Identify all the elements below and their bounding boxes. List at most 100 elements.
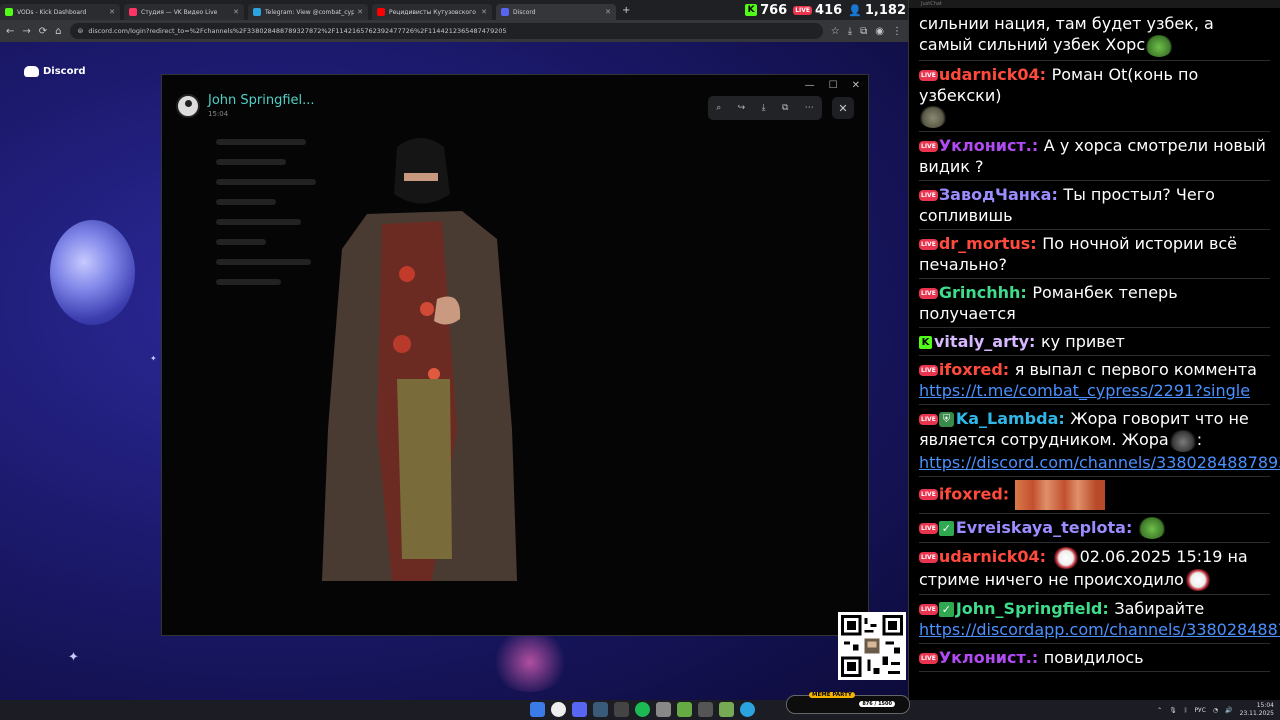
media-viewer: — ☐ ✕ John Springfiel... 15:04 ⌕ ↪ ⤓ ⧉ ⋯ <box>161 74 869 636</box>
live-badge-icon: LIVE <box>919 69 938 81</box>
back-icon[interactable]: ← <box>6 26 14 37</box>
emote-strip <box>1014 479 1105 510</box>
kick-count: 766 <box>760 2 788 18</box>
checkmark-badge-icon: ✓ <box>938 602 954 617</box>
chat-link[interactable]: https://discordapp.com/channels/33802848… <box>919 620 1280 639</box>
menu-icon[interactable]: ⋮ <box>892 26 902 37</box>
forward-icon[interactable]: → <box>22 26 30 37</box>
author-name[interactable]: John Springfiel... <box>208 93 315 108</box>
zoom-icon[interactable]: ⌕ <box>716 103 721 113</box>
checkmark-badge-icon: ✓ <box>938 520 954 536</box>
chat-text: повидилось <box>1043 648 1144 667</box>
forward-share-icon[interactable]: ↪ <box>738 103 746 113</box>
url-input[interactable]: ⊜ discord.com/login?redirect_to=%2Fchanne… <box>69 23 823 39</box>
chat-username[interactable]: Уклонист. <box>939 648 1032 667</box>
app-icon[interactable] <box>698 702 713 717</box>
site-info-icon[interactable]: ⊜ <box>78 27 84 35</box>
chat-username[interactable]: udarnick04 <box>939 547 1040 566</box>
mic-icon[interactable]: 🎙 <box>1169 707 1177 714</box>
telegram-icon[interactable] <box>740 702 755 717</box>
new-tab-icon[interactable]: + <box>622 5 630 16</box>
spotify-icon[interactable] <box>635 702 650 717</box>
avatar[interactable] <box>176 93 200 118</box>
network-icon[interactable]: ◔ <box>1213 707 1218 714</box>
download-icon[interactable]: ⤓ <box>762 103 766 113</box>
browser-tab[interactable]: Студия — VK Видео Live ✕ <box>124 4 244 20</box>
decor-orb <box>50 220 135 325</box>
chat-link[interactable]: https://discord.com/channels/33802848878… <box>919 453 1280 472</box>
chat-username[interactable]: udarnick04 <box>939 65 1040 84</box>
chat-link[interactable]: https://t.me/combat_cypress/2291?single <box>919 381 1250 400</box>
browser-window: VODs - Kick Dashboard ✕ Студия — VK Видео … <box>0 0 908 720</box>
browser-tab[interactable]: VODs - Kick Dashboard ✕ <box>0 4 120 20</box>
chat-username[interactable]: ifoxred <box>939 360 1003 379</box>
tab-close-icon[interactable]: ✕ <box>481 8 487 16</box>
close-viewer-button[interactable]: ✕ <box>832 97 854 119</box>
obs-icon[interactable] <box>614 702 629 717</box>
rock-emote <box>919 106 947 128</box>
tab-close-icon[interactable]: ✕ <box>357 8 363 16</box>
live-badge-icon: LIVE <box>919 190 938 201</box>
frog-emote <box>1137 517 1166 539</box>
chat-username[interactable]: Evreiskaya_teplota <box>956 518 1126 537</box>
chat-message: LIVE ЗаводЧанка: Ты простыл? Чего сопливи… <box>919 181 1270 230</box>
home-icon[interactable]: ⌂ <box>55 26 61 37</box>
chat-username[interactable]: ifoxred <box>939 484 1003 503</box>
tab-close-icon[interactable]: ✕ <box>233 8 239 16</box>
chat-username[interactable]: Уклонист. <box>939 136 1032 155</box>
chat-colon: : <box>1002 484 1015 503</box>
maximize-icon[interactable]: ☐ <box>829 80 838 91</box>
kick-badge-icon: K <box>919 336 932 349</box>
discord-logo-text: Discord <box>43 66 86 77</box>
chat-message: сильнии нация, там будет узбек, а самый … <box>919 10 1270 61</box>
clock[interactable]: 15:04 23.11.2025 <box>1240 702 1274 718</box>
app-icon[interactable] <box>656 702 671 717</box>
chrome-icon[interactable] <box>551 702 566 717</box>
chat-username[interactable]: Ka_Lambda <box>956 409 1059 428</box>
qr-code <box>838 612 906 680</box>
app-icon[interactable] <box>677 702 692 717</box>
tab-favicon-icon <box>129 8 137 16</box>
tab-close-icon[interactable]: ✕ <box>109 8 115 16</box>
minimize-icon[interactable]: — <box>805 80 815 91</box>
chat-message: LIVE udarnick04: Роман Ot(конь по узбекск… <box>919 61 1270 132</box>
chat-username[interactable]: Grinchhh <box>939 283 1021 302</box>
discord-app-icon[interactable] <box>572 702 587 717</box>
steam-icon[interactable] <box>593 702 608 717</box>
decor-blob <box>490 632 570 692</box>
tab-favicon-icon <box>5 8 13 16</box>
volume-icon[interactable]: 🔊 <box>1225 707 1232 714</box>
tab-close-icon[interactable]: ✕ <box>605 8 611 16</box>
browser-tab[interactable]: Рецидивисты Кутузовского пр...✕ <box>372 4 492 20</box>
extensions-icon[interactable]: ⧉ <box>860 26 867 37</box>
browser-tab[interactable]: Discord ✕ <box>496 4 616 20</box>
chat-username[interactable]: vitaly_arty <box>934 332 1029 351</box>
window-close-icon[interactable]: ✕ <box>852 80 860 91</box>
frog-emote <box>1145 34 1174 57</box>
more-icon[interactable]: ⋯ <box>805 103 814 113</box>
discord-logo[interactable]: Discord <box>24 66 86 77</box>
total-count: 1,182 <box>864 2 906 18</box>
live-badge-icon: LIVE <box>919 365 938 376</box>
chevron-up-icon[interactable]: ⌃ <box>1157 707 1162 714</box>
start-icon[interactable] <box>530 702 545 717</box>
chat-message: LIVE udarnick04: 02.06.2025 15:19 на стри… <box>919 543 1270 595</box>
download-icon[interactable]: ⤓ <box>848 26 852 37</box>
discord-page: ✦ ✦ Discord — ☐ ✕ John Springfiel... 15:… <box>0 42 908 700</box>
discord-icon <box>24 66 39 77</box>
bluetooth-icon[interactable]: ᛒ <box>1184 707 1188 714</box>
bookmark-icon[interactable]: ☆ <box>831 26 840 37</box>
reload-icon[interactable]: ⟳ <box>39 26 47 37</box>
widget-value: 876 / 1500 <box>859 701 895 707</box>
chat-username[interactable]: dr_mortus <box>939 234 1030 253</box>
viewer-toolbar: ⌕ ↪ ⤓ ⧉ ⋯ <box>708 96 822 120</box>
chat-username[interactable]: ЗаводЧанка <box>939 185 1052 204</box>
viewer-header: John Springfiel... 15:04 <box>176 93 315 118</box>
profile-icon[interactable]: ◉ <box>875 26 884 37</box>
chat-username[interactable]: John_Springfield <box>956 599 1103 618</box>
language-indicator[interactable]: РУС <box>1194 707 1205 714</box>
browser-tab[interactable]: Telegram: View @combat_cypr ✕ <box>248 4 368 20</box>
open-external-icon[interactable]: ⧉ <box>782 103 788 113</box>
decor-star-icon: ✦ <box>150 354 157 363</box>
app-icon[interactable] <box>719 702 734 717</box>
